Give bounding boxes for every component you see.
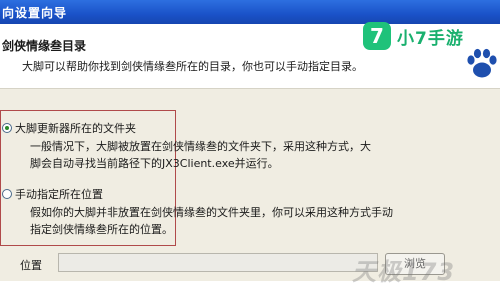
option-manual-location-desc-line1: 假如你的大脚并非放置在剑侠情缘叁的文件夹里，你可以采用这种方式手动 [30,206,393,219]
location-label: 位置 [20,259,42,272]
option-updater-folder-desc-line2: 脚会自动寻找当前路径下的JX3Client.exe并运行。 [30,157,279,170]
option-manual-location-desc: 假如你的大脚并非放置在剑侠情缘叁的文件夹里，你可以采用这种方式手动 指定剑侠情缘… [30,204,393,238]
watermark-logo: 7 小7手游 [363,16,495,56]
watermark-logo-text: 小7手游 [397,28,464,49]
option-updater-folder[interactable]: 大脚更新器所在的文件夹 [2,120,136,136]
option-manual-location-label[interactable]: 手动指定所在位置 [15,186,103,202]
watermark-bottom: 天极173 [352,258,456,286]
radio-updater-folder[interactable] [2,123,12,133]
header-title: 剑侠情缘叁目录 [2,39,87,53]
option-manual-location[interactable]: 手动指定所在位置 [2,186,103,202]
window-title: 向设置向导 [2,6,68,20]
radio-manual-location[interactable] [2,189,12,199]
option-updater-folder-desc-line1: 一般情况下，大脚被放置在剑侠情缘叁的文件夹下，采用这种方式，大 [30,140,371,153]
header-description: 大脚可以帮助你找到剑侠情缘叁所在的目录，你也可以手动指定目录。 [22,60,363,73]
location-input[interactable] [58,253,378,272]
watermark-logo-icon: 7 [363,22,391,50]
option-updater-folder-label[interactable]: 大脚更新器所在的文件夹 [15,120,136,136]
option-manual-location-desc-line2: 指定剑侠情缘叁所在的位置。 [30,223,173,236]
option-updater-folder-desc: 一般情况下，大脚被放置在剑侠情缘叁的文件夹下，采用这种方式，大 脚会自动寻找当前… [30,138,371,172]
